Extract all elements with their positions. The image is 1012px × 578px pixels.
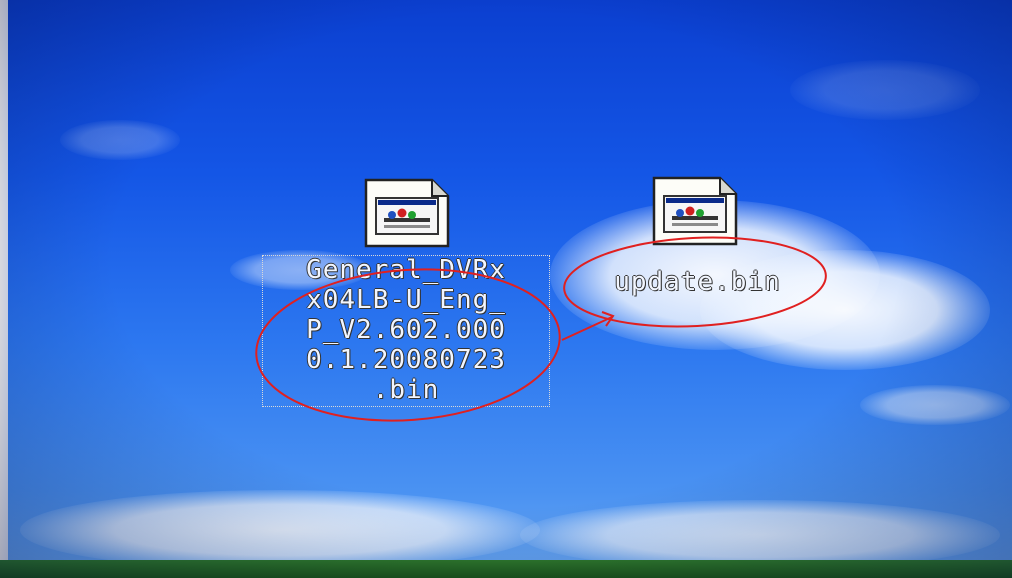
icon-label[interactable]: update.bin [585, 268, 810, 296]
desktop-screen: General_DVRx x04LB-U_Eng_ P_V2.602.000 0… [0, 0, 1012, 578]
icon-label-line[interactable]: .bin [264, 376, 548, 404]
cloud [790, 60, 980, 120]
icon-label-line[interactable]: P_V2.602.000 [264, 316, 548, 344]
icon-label-line[interactable]: 0.1.20080723 [264, 346, 548, 374]
monitor-bezel [0, 0, 8, 578]
bin-file-icon[interactable] [646, 176, 742, 246]
cloud [860, 385, 1010, 425]
icon-label-line[interactable]: General_DVRx [264, 256, 548, 284]
cloud [20, 490, 540, 570]
bin-file-icon[interactable] [358, 178, 454, 248]
icon-label-line[interactable]: x04LB-U_Eng_ [264, 286, 548, 314]
cloud [60, 120, 180, 160]
hillside [0, 560, 1012, 578]
